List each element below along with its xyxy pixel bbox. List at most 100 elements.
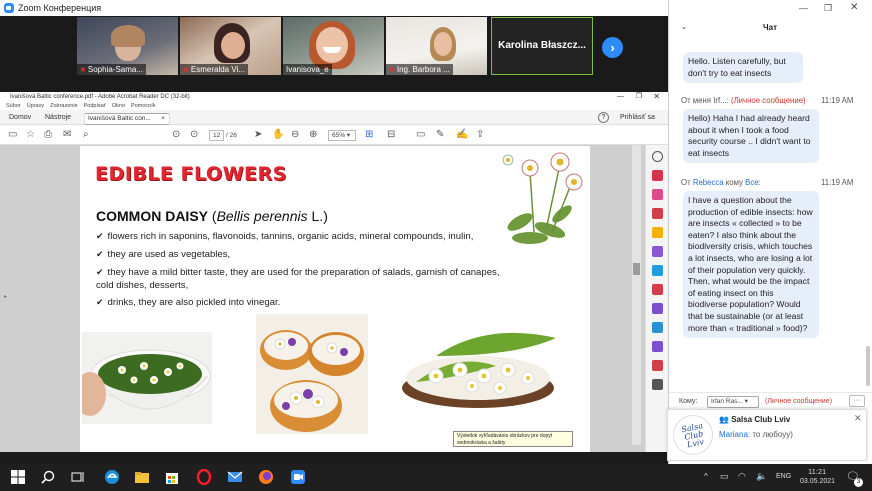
file-explorer-icon[interactable] xyxy=(134,469,150,485)
recipient-select[interactable]: Irfan Ras... ▾ xyxy=(707,396,759,408)
volume-icon[interactable]: 🔈 xyxy=(756,471,767,482)
acrobat-title: Ivanišová Baltic conference.pdf - Adobe … xyxy=(10,94,190,100)
comment-tool-icon[interactable] xyxy=(652,227,663,238)
fit-page-icon[interactable]: ⊞ xyxy=(365,129,373,141)
chat-scrollbar[interactable] xyxy=(866,346,870,386)
menu-sign[interactable]: Podpísať xyxy=(84,102,106,110)
share-icon[interactable]: ⇪ xyxy=(476,129,484,141)
tab-close-icon[interactable]: × xyxy=(161,114,165,124)
comment-icon[interactable]: ▭ xyxy=(416,129,425,141)
mail-icon[interactable] xyxy=(227,469,243,485)
participant-tile-active[interactable]: Karolina Błaszcz... xyxy=(491,17,593,75)
check-icon: ✔ xyxy=(96,231,104,241)
compress-icon[interactable] xyxy=(652,284,663,295)
prev-page-icon[interactable]: ⊙ xyxy=(172,129,180,141)
participant-hair xyxy=(111,25,145,47)
next-page-arrow-icon[interactable]: › xyxy=(602,37,623,58)
send-for-signature-icon[interactable] xyxy=(652,322,663,333)
highlight-pen-icon[interactable]: ✎ xyxy=(436,129,444,141)
video-gallery: ✖ Sophia-Sama... ✖ Esmeralda Vi... Ivaniso… xyxy=(0,16,668,92)
select-tool-icon[interactable]: ➤ xyxy=(254,129,262,141)
more-options-button[interactable]: ··· xyxy=(849,395,865,407)
left-pane-arrow-icon[interactable]: ▸ xyxy=(4,293,7,300)
system-tray: ^ ▭ ◠ 🔈 ENG 11:21 03.05.2021 🗨 3 xyxy=(700,464,872,491)
notification-avatar: Salsa Club Lviv xyxy=(673,415,713,455)
salsa-logo-text: Salsa Club Lviv xyxy=(680,421,705,450)
zoom-titlebar: Zoom Конференция xyxy=(0,0,668,16)
sign-icon[interactable]: ✍ xyxy=(456,129,468,141)
export-pdf-icon[interactable] xyxy=(652,170,663,181)
slide-title: EDIBLE FLOWERS xyxy=(95,163,287,185)
zoom-in-icon[interactable]: ⊕ xyxy=(309,129,317,141)
private-tag: (Личное сообщение) xyxy=(765,398,833,405)
menu-edit[interactable]: Úpravy xyxy=(27,102,44,110)
network-icon[interactable]: ▭ xyxy=(720,471,729,482)
daisy-salad-bowl-photo xyxy=(82,332,212,424)
clock-date[interactable]: 03.05.2021 xyxy=(800,478,835,485)
windows-start-icon[interactable] xyxy=(10,469,26,485)
clock-time[interactable]: 11:21 xyxy=(808,467,826,476)
participant-name: ✖ Ing. Barbora ... xyxy=(386,64,453,75)
create-pdf-icon[interactable] xyxy=(652,189,663,200)
menu-window[interactable]: Okno xyxy=(112,102,125,110)
tab-tools[interactable]: Nástroje xyxy=(38,110,78,125)
chat-close-icon[interactable]: ✕ xyxy=(850,2,858,13)
menu-file[interactable]: Súbor xyxy=(6,102,21,110)
tab-document[interactable]: Ivanišová Baltic con... × xyxy=(84,113,170,125)
help-icon[interactable]: ? xyxy=(598,112,609,123)
zoom-search-icon[interactable] xyxy=(652,151,663,162)
search-icon[interactable]: ⌕ xyxy=(83,129,89,141)
protect-icon[interactable] xyxy=(652,341,663,352)
show-hidden-icons[interactable]: ^ xyxy=(704,472,708,481)
notification-body: Mariana: то любоуу) xyxy=(719,430,793,439)
organize-pages-icon[interactable] xyxy=(652,265,663,276)
participant-face xyxy=(434,32,452,56)
zoom-app-icon[interactable] xyxy=(290,469,306,485)
edge-browser-icon[interactable] xyxy=(104,469,120,485)
chevron-down-icon[interactable]: ⌄ xyxy=(681,23,687,31)
slide-page: EDIBLE FLOWERS COMMON DAISY (Bellis pere… xyxy=(80,146,590,452)
fill-sign-icon[interactable] xyxy=(652,303,663,314)
print-icon[interactable]: ⎙ xyxy=(44,129,52,141)
bookmark-star-icon[interactable]: ☆ xyxy=(26,129,35,141)
vertical-scrollbar[interactable] xyxy=(632,145,641,445)
customize-icon[interactable] xyxy=(652,379,663,390)
zoom-out-icon[interactable]: ⊖ xyxy=(291,129,299,141)
chat-restore-icon[interactable]: ❐ xyxy=(824,3,832,14)
acrobat-toolbar: ▭ ☆ ⎙ ✉ ⌕ ⊙ ⊙ 12 / 26 ➤ ✋ ⊖ ⊕ 65% ▾ ⊞ ⊟ … xyxy=(0,125,668,145)
language-indicator[interactable]: ENG xyxy=(776,473,791,480)
scroll-mode-icon[interactable]: ⊟ xyxy=(387,129,395,141)
menu-view[interactable]: Zobrazenie xyxy=(50,102,78,110)
notification-close-icon[interactable]: ✕ xyxy=(854,413,862,424)
firefox-icon[interactable] xyxy=(258,469,274,485)
save-icon[interactable]: ▭ xyxy=(8,129,17,141)
participant-tile[interactable]: Ivanisova_e xyxy=(283,17,384,75)
signin-link[interactable]: Prihlásiť sa xyxy=(620,110,655,125)
scrollbar-thumb[interactable] xyxy=(633,263,640,275)
next-page-icon[interactable]: ⊙ xyxy=(190,129,198,141)
combine-files-icon[interactable] xyxy=(652,246,663,257)
opera-icon[interactable] xyxy=(196,469,212,485)
tab-home[interactable]: Domov xyxy=(2,110,38,125)
participant-tile[interactable]: ✖ Sophia-Sama... xyxy=(77,17,178,75)
more-tools-icon[interactable] xyxy=(652,360,663,371)
task-view-icon[interactable] xyxy=(70,469,86,485)
mail-icon[interactable]: ✉ xyxy=(63,129,71,141)
notification-popup[interactable]: Salsa Club Lviv 👥 Salsa Club Lviv Marian… xyxy=(667,409,867,461)
page-number-input[interactable]: 12 xyxy=(209,130,225,141)
edit-pdf-icon[interactable] xyxy=(652,208,663,219)
hand-tool-icon[interactable]: ✋ xyxy=(272,129,284,141)
wifi-icon[interactable]: ◠ xyxy=(738,471,746,482)
store-icon[interactable] xyxy=(164,469,180,485)
search-icon[interactable] xyxy=(40,469,56,485)
chat-message-meta: От меня Irf...: (Личное сообщение) xyxy=(681,96,806,105)
chat-minimize-icon[interactable]: — xyxy=(799,3,808,13)
zoom-select[interactable]: 65% ▾ xyxy=(328,130,356,141)
notification-title: 👥 Salsa Club Lviv xyxy=(719,415,791,424)
participant-tile[interactable]: ✖ Esmeralda Vi... xyxy=(180,17,281,75)
menu-help[interactable]: Pomocník xyxy=(131,102,155,110)
close-icon[interactable]: ✕ xyxy=(653,92,660,102)
participant-tile[interactable]: ✖ Ing. Barbora ... xyxy=(386,17,487,75)
minimize-icon[interactable]: — xyxy=(617,92,624,102)
restore-icon[interactable]: ❐ xyxy=(636,92,642,102)
